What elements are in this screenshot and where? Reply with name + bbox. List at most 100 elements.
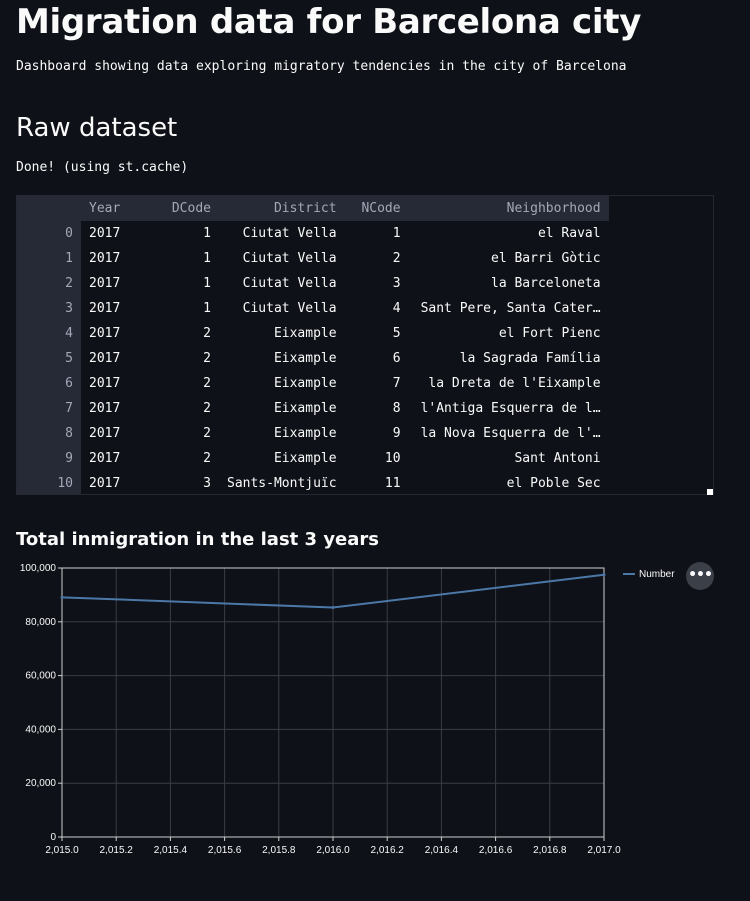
x-tick-label: 2,016.2 — [371, 845, 405, 856]
table-cell[interactable]: 2 — [155, 446, 219, 471]
row-index-cell: 1 — [17, 246, 81, 271]
legend-label: Number — [639, 569, 675, 580]
table-cell[interactable]: el Barri Gòtic — [409, 246, 609, 271]
row-index-cell: 7 — [17, 396, 81, 421]
table-row: 9 2017 2 Eixample 10 Sant Antoni — [17, 446, 609, 471]
table-cell[interactable]: Ciutat Vella — [219, 246, 345, 271]
table-cell[interactable]: 11 — [345, 471, 409, 494]
table-cell[interactable]: 2017 — [81, 471, 155, 494]
table-row: 1 2017 1 Ciutat Vella 2 el Barri Gòtic — [17, 246, 609, 271]
table-cell[interactable]: 10 — [345, 446, 409, 471]
table-cell[interactable]: 1 — [155, 271, 219, 296]
section-title-raw-dataset: Raw dataset — [16, 113, 178, 143]
table-cell[interactable]: la Nova Esquerra de l'… — [409, 421, 609, 446]
table-cell[interactable]: Eixample — [219, 446, 345, 471]
cache-status-text: Done! (using st.cache) — [16, 160, 189, 175]
table-cell[interactable]: Eixample — [219, 371, 345, 396]
table-cell[interactable]: Eixample — [219, 396, 345, 421]
table-cell[interactable]: Eixample — [219, 346, 345, 371]
table-header-row: Year DCode District NCode Neighborhood — [17, 196, 609, 221]
table-cell[interactable]: Ciutat Vella — [219, 296, 345, 321]
table-cell[interactable]: el Poble Sec — [409, 471, 609, 494]
x-tick-label: 2,016.6 — [479, 845, 513, 856]
table-cell[interactable]: 2017 — [81, 446, 155, 471]
table-cell[interactable]: Eixample — [219, 421, 345, 446]
table-row: 5 2017 2 Eixample 6 la Sagrada Família — [17, 346, 609, 371]
table-row: 3 2017 1 Ciutat Vella 4 Sant Pere, Santa Cate… — [17, 296, 609, 321]
table-row: 8 2017 2 Eixample 9 la Nova Esquerra de l'… — [17, 421, 609, 446]
table-row: 0 2017 1 Ciutat Vella 1 el Raval — [17, 221, 609, 246]
table-cell[interactable]: 2 — [155, 421, 219, 446]
table-cell[interactable]: 2017 — [81, 296, 155, 321]
y-tick-label: 60,000 — [25, 671, 56, 682]
more-horizontal-icon[interactable]: ••• — [686, 562, 714, 590]
table-cell[interactable]: 2017 — [81, 396, 155, 421]
table-cell[interactable]: 3 — [345, 271, 409, 296]
column-header-district[interactable]: District — [219, 196, 345, 221]
row-index-cell: 4 — [17, 321, 81, 346]
table-cell[interactable]: Sant Antoni — [409, 446, 609, 471]
table-cell[interactable]: la Dreta de l'Eixample — [409, 371, 609, 396]
table-cell[interactable]: el Fort Pienc — [409, 321, 609, 346]
row-index-cell: 5 — [17, 346, 81, 371]
table-cell[interactable]: Sant Pere, Santa Cater… — [409, 296, 609, 321]
dataframe: Year DCode District NCode Neighborhood 0… — [17, 196, 609, 494]
x-tick-label: 2,015.6 — [208, 845, 242, 856]
table-cell[interactable]: Ciutat Vella — [219, 271, 345, 296]
x-tick-label: 2,015.0 — [45, 845, 79, 856]
row-index-cell: 2 — [17, 271, 81, 296]
data-point — [602, 573, 606, 577]
table-row: 2 2017 1 Ciutat Vella 3 la Barceloneta — [17, 271, 609, 296]
x-tick-label: 2,015.4 — [154, 845, 188, 856]
table-cell[interactable]: Ciutat Vella — [219, 221, 345, 246]
table-cell[interactable]: 2 — [345, 246, 409, 271]
table-cell[interactable]: 7 — [345, 371, 409, 396]
table-cell[interactable]: 2017 — [81, 246, 155, 271]
table-cell[interactable]: 3 — [155, 471, 219, 494]
y-tick-label: 40,000 — [25, 724, 56, 735]
column-header-dcode[interactable]: DCode — [155, 196, 219, 221]
column-header-ncode[interactable]: NCode — [344, 196, 409, 221]
table-cell[interactable]: 2 — [155, 371, 219, 396]
data-point — [331, 606, 335, 610]
x-tick-label: 2,015.2 — [100, 845, 134, 856]
table-cell[interactable]: 1 — [155, 246, 219, 271]
table-cell[interactable]: la Sagrada Família — [409, 346, 609, 371]
data-point — [60, 595, 64, 599]
table-cell[interactable]: 1 — [155, 296, 219, 321]
table-cell[interactable]: la Barceloneta — [409, 271, 609, 296]
table-cell[interactable]: 9 — [345, 421, 409, 446]
table-cell[interactable]: 2 — [155, 396, 219, 421]
x-tick-label: 2,016.8 — [533, 845, 567, 856]
table-row: 10 2017 3 Sants-Montjuïc 11 el Poble Sec — [17, 471, 609, 494]
x-tick-label: 2,016.4 — [425, 845, 459, 856]
column-header-neighborhood[interactable]: Neighborhood — [408, 196, 609, 221]
table-cell[interactable]: 1 — [155, 221, 219, 246]
table-cell[interactable]: 1 — [345, 221, 409, 246]
table-cell[interactable]: 2017 — [81, 221, 155, 246]
row-index-cell: 10 — [17, 471, 81, 494]
page-subtitle: Dashboard showing data exploring migrato… — [16, 59, 627, 74]
table-cell[interactable]: 2 — [155, 346, 219, 371]
table-cell[interactable]: 5 — [345, 321, 409, 346]
table-cell[interactable]: Eixample — [219, 321, 345, 346]
table-cell[interactable]: 2 — [155, 321, 219, 346]
table-cell[interactable]: 4 — [345, 296, 409, 321]
table-cell[interactable]: 2017 — [81, 271, 155, 296]
table-cell[interactable]: l'Antiga Esquerra de l… — [409, 396, 609, 421]
x-tick-label: 2,016.0 — [316, 845, 350, 856]
index-header — [17, 196, 81, 221]
table-cell[interactable]: 2017 — [81, 346, 155, 371]
table-cell[interactable]: 2017 — [81, 371, 155, 396]
table-cell[interactable]: Sants-Montjuïc — [219, 471, 345, 494]
table-resize-handle[interactable] — [707, 489, 713, 495]
column-header-year[interactable]: Year — [81, 196, 155, 221]
table-cell[interactable]: 2017 — [81, 421, 155, 446]
table-cell[interactable]: 6 — [345, 346, 409, 371]
y-tick-label: 20,000 — [25, 778, 56, 789]
table-cell[interactable]: el Raval — [409, 221, 609, 246]
table-cell[interactable]: 8 — [345, 396, 409, 421]
dataframe-table[interactable]: Year DCode District NCode Neighborhood 0… — [16, 195, 714, 495]
page-title: Migration data for Barcelona city — [16, 2, 642, 42]
table-cell[interactable]: 2017 — [81, 321, 155, 346]
